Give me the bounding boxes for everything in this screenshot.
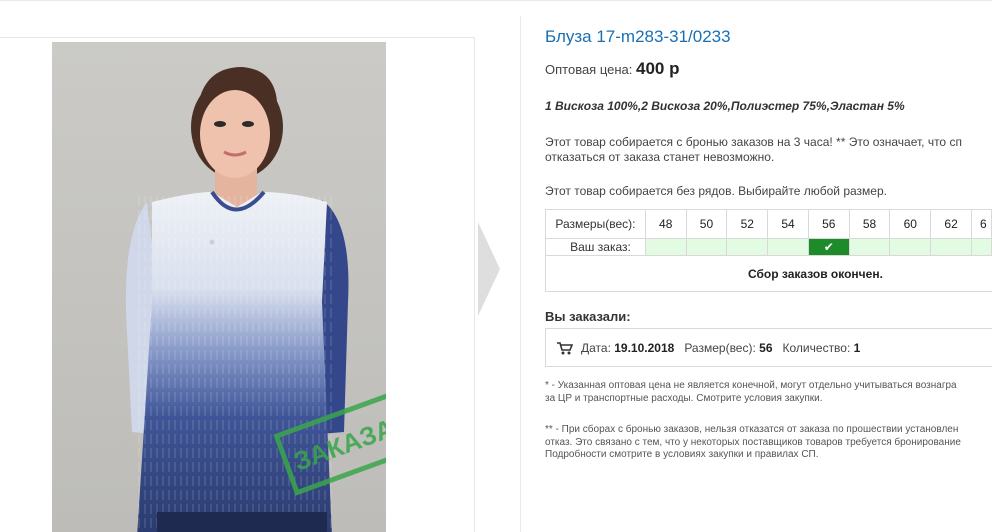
checkmark-icon: ✔	[823, 240, 834, 254]
order-summary-line: Дата: 19.10.2018 Размер(вес): 56 Количес…	[581, 341, 860, 355]
size-cell: 54	[767, 209, 809, 239]
order-size-label: Размер(вес):	[684, 341, 760, 355]
order-slot-selected[interactable]: ✔	[807, 238, 850, 256]
size-cell: 48	[644, 209, 687, 239]
footnote-line: за ЦР и транспортные расходы. Смотрите у…	[545, 392, 823, 404]
notice-line: отказаться от заказа станет невозможно.	[545, 150, 775, 164]
order-size-value: 56	[759, 341, 773, 355]
reservation-footnote: ** - При сборах с бронью заказов, нельзя…	[545, 424, 992, 462]
footnote-line: * - Указанная оптовая цена не является к…	[545, 380, 957, 391]
order-slot[interactable]	[644, 238, 687, 256]
notice-line: Этот товар собирается с бронью заказов н…	[545, 135, 962, 149]
order-qty-value: 1	[853, 341, 861, 355]
order-slot[interactable]	[767, 238, 809, 256]
size-cell: 52	[726, 209, 769, 239]
top-divider	[0, 0, 992, 1]
order-slot[interactable]	[685, 238, 728, 256]
order-date-label: Дата:	[581, 341, 615, 355]
size-table: Размеры(вес): 48 50 52 54 56 58 60 62 6 …	[545, 209, 992, 256]
size-header-row: Размеры(вес): 48 50 52 54 56 58 60 62 6	[545, 209, 992, 239]
price-footnote: * - Указанная оптовая цена не является к…	[545, 380, 992, 405]
order-slot[interactable]	[889, 238, 932, 256]
product-photo[interactable]: ЗАКАЗАНО	[52, 42, 386, 532]
reservation-notice: Этот товар собирается с бронью заказов н…	[545, 135, 992, 165]
size-header-label: Размеры(вес):	[545, 209, 646, 239]
order-slot[interactable]	[930, 238, 972, 256]
collection-closed-text: Сбор заказов окончен.	[748, 267, 883, 281]
next-image-arrow-icon[interactable]	[478, 222, 500, 316]
order-date-value: 19.10.2018	[614, 341, 675, 355]
price-value: 400 р	[636, 59, 680, 78]
you-ordered-title: Вы заказали:	[545, 309, 631, 324]
order-slot[interactable]	[848, 238, 891, 256]
order-qty-label: Количество:	[782, 341, 854, 355]
details-divider	[520, 16, 521, 532]
size-cell: 6	[970, 209, 992, 239]
ordered-stamp: ЗАКАЗАНО	[273, 378, 386, 496]
size-cell: 62	[930, 209, 972, 239]
product-title[interactable]: Блуза 17-m283-31/0233	[545, 27, 731, 47]
order-slot[interactable]	[726, 238, 769, 256]
order-summary: Дата: 19.10.2018 Размер(вес): 56 Количес…	[545, 328, 992, 367]
no-rows-notice: Этот товар собирается без рядов. Выбирай…	[545, 184, 887, 198]
size-cell: 58	[848, 209, 891, 239]
footnote-line: отказ. Это связано с тем, что у некоторы…	[545, 436, 961, 448]
price-label: Оптовая цена:	[545, 62, 636, 77]
collection-closed-banner: Сбор заказов окончен.	[545, 256, 992, 292]
footnote-line: Подробности смотрите в условиях закупки …	[545, 449, 819, 460]
order-slot[interactable]	[970, 238, 992, 256]
size-cell: 60	[889, 209, 932, 239]
order-row: Ваш заказ: ✔	[545, 238, 992, 256]
cart-icon	[557, 342, 573, 355]
order-label: Ваш заказ:	[545, 238, 646, 256]
footnote-line: ** - При сборах с бронью заказов, нельзя…	[545, 424, 959, 435]
size-cell: 50	[685, 209, 728, 239]
product-composition: 1 Вискоза 100%,2 Вискоза 20%,Полиэстер 7…	[545, 99, 905, 113]
wholesale-price: Оптовая цена: 400 р	[545, 59, 679, 79]
size-cell: 56	[807, 209, 850, 239]
